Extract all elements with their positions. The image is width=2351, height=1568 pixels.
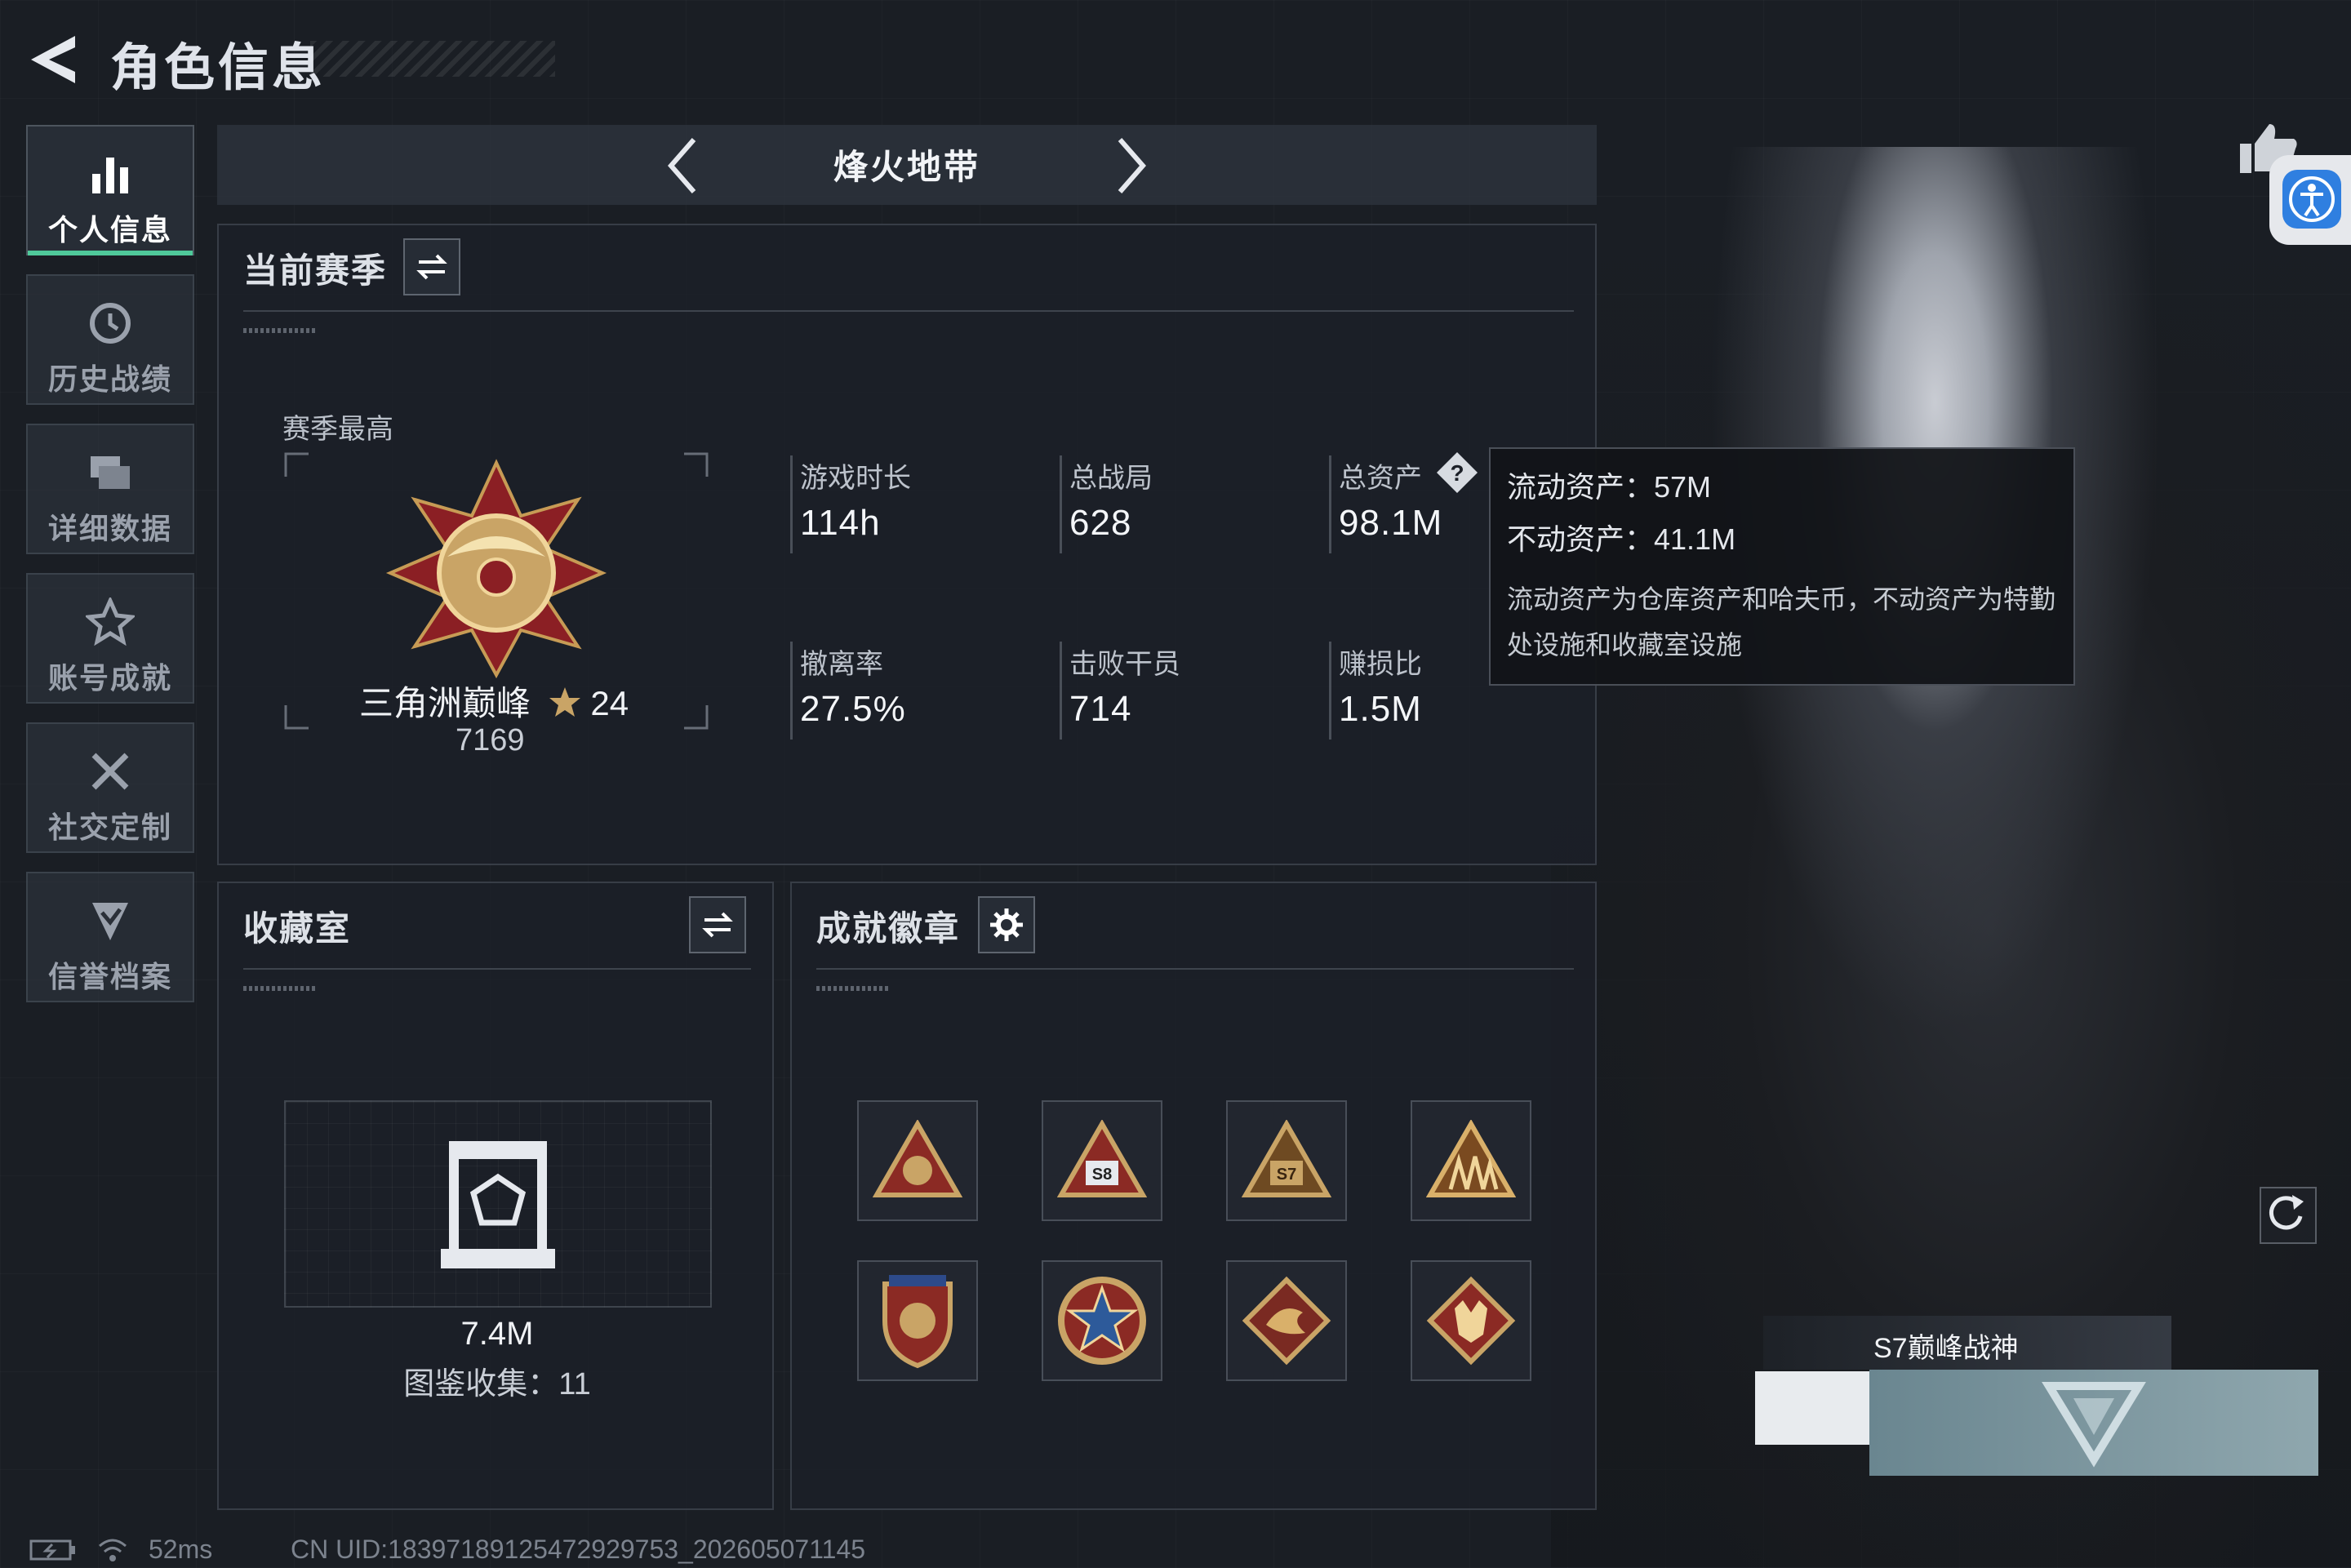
collection-count: 图鉴收集：11 [403,1367,591,1401]
season-heading: 当前赛季 [243,251,388,290]
stat-value: 628 [1069,503,1132,543]
accessibility-button[interactable] [2282,170,2341,229]
stat-label: 总战局 [1069,463,1153,494]
sidebar-item-label: 社交定制 [47,811,172,844]
chevron-right-icon [1118,138,1146,193]
collection-preview[interactable] [284,1100,712,1308]
sidebar-item-history[interactable]: 历史战绩 [26,274,194,405]
wolf-diamond-badge-icon [1426,1276,1516,1366]
shield-eagle-badge-icon [882,1275,953,1369]
sidebar-item-social-custom[interactable]: 社交定制 [26,722,194,853]
achievement-badge[interactable] [857,1100,978,1221]
folders-icon [91,456,130,489]
sidebar-item-detailed-data[interactable]: 详细数据 [26,424,194,554]
collection-switch-button[interactable] [689,896,746,953]
stat-value: 714 [1069,689,1132,729]
collection-heading: 收藏室 [243,909,352,948]
tools-icon [91,753,129,790]
emblem-logo-icon [2042,1382,2146,1468]
triangle-badge-icon [873,1120,962,1197]
achievement-badge[interactable] [857,1260,978,1381]
title-decoration [310,41,555,77]
stat-value: 114h [800,503,881,543]
rank-stars: 24 [590,684,629,722]
sidebar-item-personal-info[interactable]: 个人信息 [26,125,194,255]
rank-name: 三角洲巅峰 [359,684,531,722]
achievement-badge[interactable] [1226,1260,1347,1381]
svg-text:?: ? [1450,460,1464,486]
accessibility-panel [2269,155,2351,245]
stat-label: 撤离率 [800,649,883,680]
asset-tooltip: 流动资产：57M 不动资产：41.1M 流动资产为仓库资产和哈夫币，不动资产为特… [1489,447,2075,686]
history-clock-icon [90,303,131,344]
achievement-badge[interactable]: S7 [1226,1100,1347,1221]
achievements-settings-button[interactable] [978,896,1035,953]
rank-name-row: 三角洲巅峰 24 [359,676,629,726]
dragon-diamond-badge-icon [1242,1276,1331,1366]
triangle-soldiers-badge-icon [1426,1120,1516,1197]
shield-check-icon [92,903,128,940]
display-case-icon [441,1141,555,1268]
swap-arrows-icon [702,912,733,938]
star-icon [549,687,580,717]
sidebar-item-credit-record[interactable]: 信誉档案 [26,872,194,1002]
mode-title: 烽火地带 [833,148,980,186]
achievements-panel: 成就徽章 S8 S7 [790,882,1597,1510]
stat-label: 击败干员 [1069,649,1180,680]
achievement-badge[interactable] [1042,1260,1162,1381]
rank-score: 7169 [456,723,525,757]
ping-text: 52ms [149,1535,213,1564]
back-arrow-icon [31,36,75,83]
battery-icon [29,1538,78,1566]
star-medal-badge-icon [1058,1277,1146,1365]
uid-text: CN UID:18397189125472929753_202605071145 [291,1535,866,1564]
stat-value: 98.1M [1339,503,1443,543]
sidebar-item-label: 个人信息 [47,213,172,247]
collection-panel: 收藏室 7.4M 图鉴收集：11 [217,882,774,1510]
accessibility-icon [2289,176,2335,222]
stat-value: 27.5% [800,689,906,729]
bar-chart-icon [92,158,128,193]
triangle-badge-s7-icon: S7 [1242,1120,1331,1197]
mode-selector: 烽火地带 [217,125,1597,205]
asset-help-button[interactable]: ? [1435,451,1479,499]
wifi-icon [96,1536,129,1568]
season-best-label: 赛季最高 [282,414,393,445]
sidebar-item-account-achievements[interactable]: 账号成就 [26,573,194,704]
achievement-star-icon [86,597,135,646]
current-season-panel: 当前赛季 赛季最高 三角洲巅峰 24 7169 游戏时长 114h 总战局 62… [217,224,1597,865]
swap-arrows-icon [416,254,447,280]
achievement-badge[interactable]: S8 [1042,1100,1162,1221]
rotate-icon [2269,1195,2304,1230]
achievements-heading: 成就徽章 [816,909,961,948]
tooltip-description: 流动资产为仓库资产和哈夫币，不动资产为特勤处设施和收藏室设施 [1507,584,2056,660]
stat-label: 总资产 [1339,463,1422,494]
achievement-badge[interactable] [1411,1100,1531,1221]
tooltip-fixed-assets: 不动资产：41.1M [1507,522,1736,556]
page-title: 角色信息 [110,40,327,96]
achievement-badge[interactable] [1411,1260,1531,1381]
sidebar-item-label: 历史战绩 [47,362,172,396]
triangle-badge-s8-icon: S8 [1057,1120,1147,1197]
tooltip-liquid-assets: 流动资产：57M [1507,470,1712,504]
character-title-card [1755,1371,1869,1445]
rank-emblem-icon [385,459,607,679]
gear-icon [990,908,1023,941]
collection-value: 7.4M [460,1316,534,1352]
rotate-view-button[interactable] [2260,1187,2317,1244]
character-title-text: S7巅峰战神 [1873,1333,2019,1364]
stat-label: 游戏时长 [800,463,911,494]
stat-label: 赚损比 [1339,649,1422,680]
sidebar-item-label: 详细数据 [47,512,172,545]
sidebar-item-label: 账号成就 [47,661,172,695]
next-mode-button[interactable] [1107,133,1156,198]
stat-value: 1.5M [1339,689,1422,729]
question-diamond-icon: ? [1437,452,1478,493]
badge-text: S8 [1092,1166,1112,1184]
back-button[interactable] [24,31,82,88]
sidebar-item-label: 信誉档案 [47,960,172,993]
season-switch-button[interactable] [403,238,460,295]
character-emblem-banner [1869,1370,2318,1476]
badge-text: S7 [1277,1166,1296,1184]
